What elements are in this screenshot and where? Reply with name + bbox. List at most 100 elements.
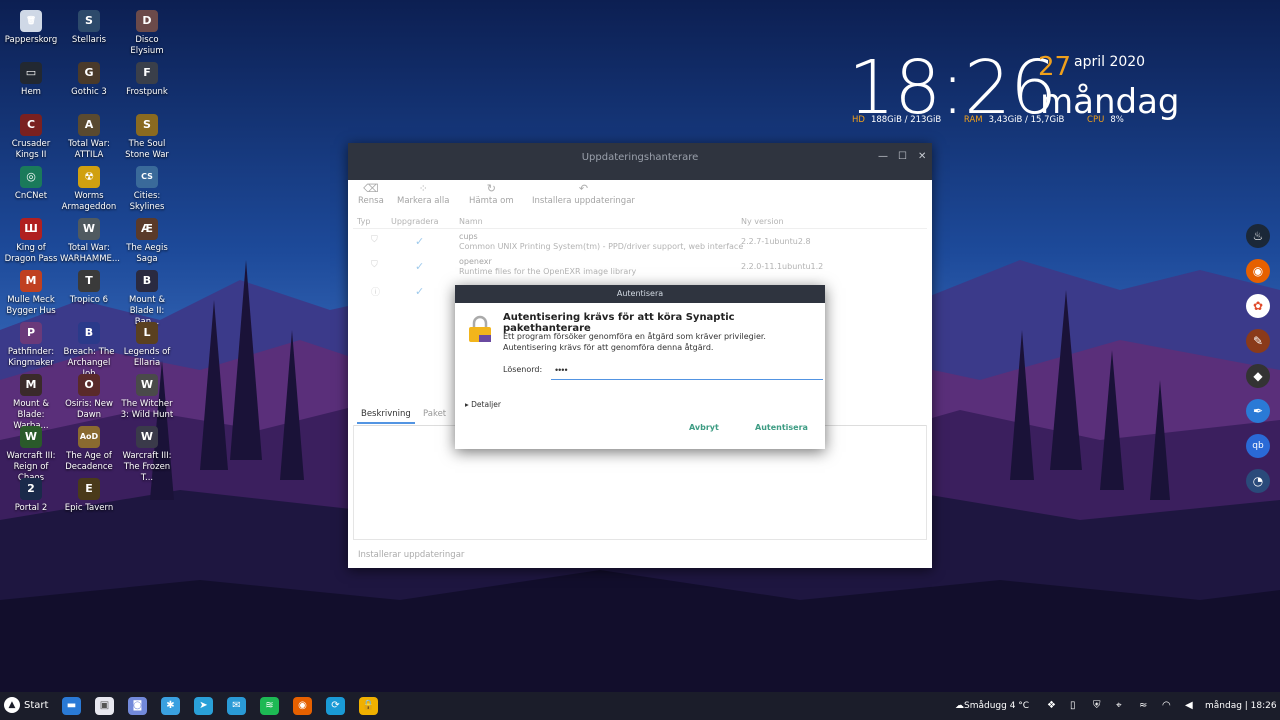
desktop-icon-label: Frostpunk — [126, 87, 168, 97]
disk-usage-icon[interactable]: ◔ — [1246, 469, 1270, 493]
desktop-icon[interactable]: L Legends of Ellaria — [118, 322, 176, 369]
status-text: Installerar uppdateringar — [358, 550, 465, 560]
desktop-icon[interactable]: S Stellaris — [60, 10, 118, 46]
desktop-icon[interactable]: G Gothic 3 — [60, 62, 118, 98]
desktop-icon[interactable]: MMount & Blade: Warba... — [2, 374, 60, 432]
wifi-icon[interactable]: ◠ — [1162, 692, 1171, 720]
files-icon[interactable]: ▬ — [62, 697, 81, 715]
table-row[interactable]: ⛉ ✓ openexr Runtime files for the OpenEXR i… — [353, 255, 927, 279]
cncnet-icon: ◎ — [20, 166, 42, 188]
tab-package[interactable]: Paket — [423, 409, 446, 419]
qbittorrent-icon[interactable]: qb — [1246, 434, 1270, 458]
taskbar-clock[interactable]: måndag | 18:26 — [1205, 692, 1277, 720]
checkbox-checked-icon[interactable]: ✓ — [415, 260, 424, 273]
total-war-icon: A — [78, 114, 100, 136]
desktop-icon[interactable]: ▭ Hem — [2, 62, 60, 98]
details-expander[interactable]: ▸ Detaljer — [465, 400, 501, 409]
checkbox-checked-icon[interactable]: ✓ — [415, 285, 424, 298]
window-titlebar[interactable]: Uppdateringshanterare — ☐ ✕ — [348, 143, 932, 180]
desktop-icon[interactable]: ☢ Worms Armageddon — [60, 166, 118, 213]
col-type[interactable]: Typ — [357, 217, 370, 226]
discord-icon[interactable]: ◙ — [128, 697, 147, 715]
desktop-icon[interactable]: WWarcraft III: Reign of Chaos — [2, 426, 60, 484]
package-name: cups — [459, 232, 478, 241]
undo-icon: ↶ — [578, 182, 589, 195]
shield-icon[interactable]: ⛨ — [1093, 692, 1101, 720]
desktop-icon[interactable]: Æ The Aegis Saga — [118, 218, 176, 265]
col-upgrade[interactable]: Uppgradera — [391, 217, 438, 226]
desktop-icon[interactable]: A Total War: ATTILA — [60, 114, 118, 161]
desktop-icon[interactable]: W Total War: WARHAMME... — [60, 218, 120, 265]
col-new-version[interactable]: Ny version — [741, 217, 784, 226]
inkscape-icon[interactable]: ◆ — [1246, 364, 1270, 388]
minimize-icon[interactable]: — — [878, 146, 888, 167]
select-all-button[interactable]: ⁘ Markera alla — [397, 182, 449, 206]
auth-title[interactable]: Autentisera — [455, 285, 825, 303]
clear-button[interactable]: ⌫ Rensa — [358, 182, 384, 206]
authenticate-button[interactable]: Autentisera — [755, 423, 808, 432]
maximize-icon[interactable]: ☐ — [898, 146, 907, 167]
cancel-button[interactable]: Avbryt — [689, 423, 719, 432]
usb-icon[interactable]: ▯ — [1070, 692, 1076, 720]
desktop-icon[interactable]: O Osiris: New Dawn — [60, 374, 118, 421]
telegram-icon[interactable]: ➤ — [194, 697, 213, 715]
fetch-button[interactable]: ↻ Hämta om — [469, 182, 514, 206]
install-updates-button[interactable]: ↶ Installera uppdateringar — [532, 182, 635, 206]
desktop-icon[interactable]: F Frostpunk — [118, 62, 176, 98]
desktop-icon[interactable]: T Tropico 6 — [60, 270, 118, 306]
hd-value: 188GiB / 213GiB — [870, 115, 942, 125]
slack-icon[interactable]: ✱ — [161, 697, 180, 715]
desktop-icon[interactable]: 2 Portal 2 — [2, 478, 60, 514]
weather-label: Smådugg 4 °C — [964, 701, 1030, 711]
desktop-icon[interactable]: W Warcraft III: The Frozen T... — [118, 426, 176, 484]
steam-icon[interactable]: ♨ — [1246, 224, 1270, 248]
desktop-icon[interactable]: CS Cities: Skylines — [118, 166, 176, 213]
rss-icon[interactable]: ≈ — [1139, 692, 1147, 720]
checkbox-checked-icon[interactable]: ✓ — [415, 235, 424, 248]
desktop-icon[interactable]: C Crusader Kings II — [2, 114, 60, 161]
desktop-icon[interactable]: D Disco Elysium — [118, 10, 176, 57]
tab-description[interactable]: Beskrivning — [357, 409, 415, 424]
desktop-icon[interactable]: S The Soul Stone War — [118, 114, 176, 161]
location-icon[interactable]: ⌖ — [1116, 692, 1122, 720]
mail-icon[interactable]: ✉ — [227, 697, 246, 715]
auth-message-line1: Ett program försöker genomföra en åtgärd… — [503, 332, 766, 341]
desktop-icon[interactable]: BMount & Blade II: Ban... — [118, 270, 176, 328]
sync-icon[interactable]: ⟳ — [326, 697, 345, 715]
desktop-icon-label: The Soul Stone War — [125, 139, 169, 160]
install-label: Installera uppdateringar — [532, 196, 635, 206]
col-name[interactable]: Namn — [459, 217, 483, 226]
desktop-icon[interactable]: ◎ CnCNet — [2, 166, 60, 202]
spotify-icon[interactable]: ≋ — [260, 697, 279, 715]
start-button[interactable]: ▲ Start — [4, 696, 48, 716]
volume-icon[interactable]: ◀ — [1185, 692, 1193, 720]
desktop-icon[interactable]: 🗑 Papperskorg — [2, 10, 60, 46]
table-row[interactable]: ⛉ ✓ cups Common UNIX Printing System(tm) - … — [353, 230, 927, 254]
firefox-icon[interactable]: ◉ — [293, 697, 312, 715]
start-icon: ▲ — [4, 697, 20, 713]
desktop-icon[interactable]: E Epic Tavern — [60, 478, 118, 514]
desktop-icon[interactable]: AoD The Age of Decadence — [60, 426, 118, 473]
dropbox-icon[interactable]: ❖ — [1047, 692, 1056, 720]
photos-icon[interactable]: ✿ — [1246, 294, 1270, 318]
desktop-icon[interactable]: Ш King of Dragon Pass — [2, 218, 60, 265]
desktop-icon-label: Pathfinder: Kingmaker — [7, 347, 55, 368]
hd-label: HD — [852, 115, 865, 125]
system-stats: HD 188GiB / 213GiB RAM 3,43GiB / 15,7GiB C… — [852, 115, 1144, 125]
desktop-icon[interactable]: W The Witcher 3: Wild Hunt — [118, 374, 176, 421]
lock-icon[interactable]: 🔒 — [359, 697, 378, 715]
auth-message-line2: Autentisering krävs för att genomföra de… — [503, 343, 714, 352]
disco-elysium-icon: D — [136, 10, 158, 32]
paint-icon[interactable]: ✎ — [1246, 329, 1270, 353]
feather-icon[interactable]: ✒ — [1246, 399, 1270, 423]
desktop-icon[interactable]: P Pathfinder: Kingmaker — [2, 322, 60, 369]
fetch-label: Hämta om — [469, 196, 514, 206]
weather-widget[interactable]: ☁Smådugg 4 °C — [955, 692, 1029, 720]
password-input[interactable] — [551, 361, 823, 380]
decadence-icon: AoD — [78, 426, 100, 448]
firefox-icon[interactable]: ◉ — [1246, 259, 1270, 283]
store-icon[interactable]: ▣ — [95, 697, 114, 715]
desktop-icon[interactable]: M Mulle Meck Bygger Hus — [2, 270, 60, 317]
close-icon[interactable]: ✕ — [918, 146, 926, 167]
desktop-icon[interactable]: BBreach: The Archangel Job — [60, 322, 118, 380]
